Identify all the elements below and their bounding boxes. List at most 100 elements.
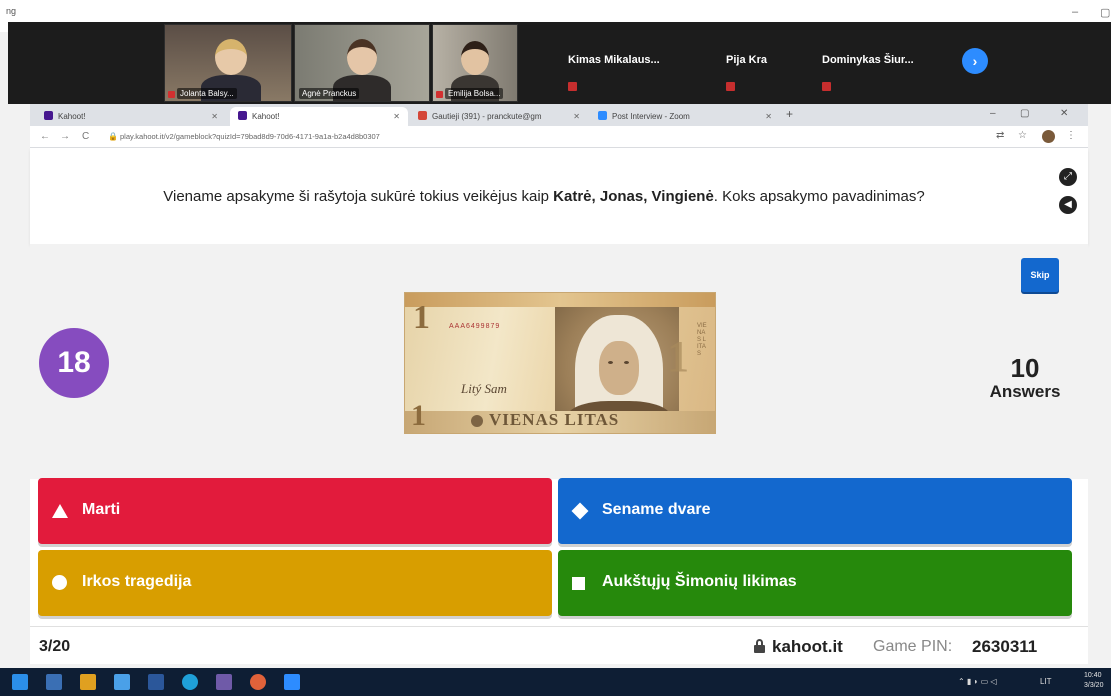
tab-title: Kahoot! <box>58 112 86 121</box>
tab-strip: Kahoot! ✕ Kahoot! ✕ Gautieji (391) - pranc… <box>30 104 1088 126</box>
banknote-signature: Litý Sam <box>461 381 507 396</box>
screen: ng – ▢ Jolanta Balsy... Agnė Pranckus Em… <box>0 0 1111 696</box>
windows-taskbar: ⌃ ▮ ◗ ▭ ◁ LIT 10:40 3/3/20 <box>0 668 1111 696</box>
zoom-minimize-button[interactable]: – <box>1072 6 1078 18</box>
square-icon <box>572 577 585 590</box>
new-tab-button[interactable]: + <box>786 107 793 121</box>
answer-label: Marti <box>82 501 121 518</box>
kahoot-favicon-icon <box>238 111 247 120</box>
question-header: Viename apsakyme ši rašytoja sukūrė toki… <box>30 148 1088 244</box>
browser-tab-active[interactable]: Kahoot! ✕ <box>230 107 408 126</box>
fullscreen-icon[interactable]: ⤢ <box>1059 168 1077 186</box>
participant-name-tile[interactable]: Kimas Mikalaus... <box>568 54 660 66</box>
answers-count-number: 10 <box>1010 353 1040 383</box>
close-tab-icon[interactable]: ✕ <box>393 107 400 126</box>
menu-icon[interactable]: ⋮ <box>1066 130 1076 141</box>
kahoot-favicon-icon <box>44 111 53 120</box>
denomination-numeral: 1 <box>667 332 689 381</box>
tab-title: Kahoot! <box>252 112 280 121</box>
banknote-serial: AAA6499879 <box>449 323 501 330</box>
denomination-numeral: 1 <box>413 299 430 336</box>
zoom-participant-strip: Jolanta Balsy... Agnė Pranckus Emilija B… <box>8 22 1111 104</box>
participant-name-tile[interactable]: Dominykas Šiur... <box>822 54 914 66</box>
browser-tab[interactable]: Post Interview - Zoom ✕ <box>590 107 780 126</box>
banknote-banner-text: VIENAS LITAS <box>489 410 620 429</box>
back-icon[interactable]: ← <box>40 131 50 142</box>
browser-window: Kahoot! ✕ Kahoot! ✕ Gautieji (391) - pranc… <box>30 104 1088 664</box>
system-tray-icons[interactable]: ⌃ ▮ ◗ ▭ ◁ <box>958 677 997 686</box>
zoom-icon[interactable] <box>284 674 300 690</box>
close-tab-icon[interactable]: ✕ <box>573 107 580 126</box>
answer-button-red[interactable]: Marti <box>38 478 552 544</box>
answer-button-green[interactable]: Aukštųjų Šimonių likimas <box>558 550 1072 616</box>
app-icon[interactable] <box>216 674 232 690</box>
portrait-face <box>599 341 639 395</box>
sound-icon[interactable]: ◀ <box>1059 196 1077 214</box>
browser-tab[interactable]: Kahoot! ✕ <box>36 107 226 126</box>
question-main: Skip 18 1 AAA6499879 1 VIENAS LITAS Litý… <box>30 244 1088 479</box>
denomination-numeral: 1 <box>411 399 426 432</box>
mic-muted-icon <box>436 91 443 98</box>
zoom-maximize-button[interactable]: ▢ <box>1100 6 1110 19</box>
profile-avatar[interactable] <box>1042 130 1055 143</box>
game-pin: 2630311 <box>972 637 1038 656</box>
browser-tab[interactable]: Gautieji (391) - pranckute@gm ✕ <box>410 107 588 126</box>
search-icon[interactable] <box>46 674 62 690</box>
clock[interactable]: 10:40 3/3/20 <box>1084 671 1103 691</box>
app-icon[interactable] <box>114 674 130 690</box>
participant-name: Agnė Pranckus <box>299 88 360 99</box>
word-icon[interactable] <box>148 674 164 690</box>
countdown-timer: 18 <box>39 328 109 398</box>
file-explorer-icon[interactable] <box>80 674 96 690</box>
tab-title: Gautieji (391) - pranckute@gm <box>432 112 542 121</box>
chrome-icon[interactable] <box>250 674 266 690</box>
zoom-app-label: ng <box>6 6 17 16</box>
answers-counter: 10 Answers <box>980 354 1070 402</box>
answer-button-yellow[interactable]: Irkos tragedija <box>38 550 552 616</box>
zoom-favicon-icon <box>598 111 607 120</box>
participant-video-tile[interactable]: Jolanta Balsy... <box>164 24 292 102</box>
answer-button-blue[interactable]: Sename dvare <box>558 478 1072 544</box>
banknote-side-text: VIENAS LITAS <box>697 323 707 357</box>
game-footer: 3/20 kahoot.it Game PIN: 2630311 <box>30 626 1088 664</box>
question-image-banknote: 1 AAA6499879 1 VIENAS LITAS Litý Sam 1 V… <box>404 292 716 434</box>
lock-icon: 🔒 <box>108 132 118 141</box>
browser-minimize-button[interactable]: – <box>990 108 996 119</box>
next-participants-button[interactable]: › <box>962 48 988 74</box>
site-name: kahoot.it <box>772 637 843 656</box>
participant-name-tile[interactable]: Pija Kra <box>726 54 767 66</box>
answer-label: Aukštųjų Šimonių likimas <box>602 573 797 590</box>
question-progress: 3/20 <box>39 638 71 655</box>
participant-name: Jolanta Balsy... <box>177 88 237 99</box>
question-characters: Katrė, Jonas, Vingienė <box>553 188 714 205</box>
url-field[interactable]: play.kahoot.it/v2/gameblock?quizId=79bad… <box>120 132 380 141</box>
answer-label: Irkos tragedija <box>82 573 192 590</box>
gmail-favicon-icon <box>418 111 427 120</box>
participant-video-tile[interactable]: Agnė Pranckus <box>294 24 430 102</box>
mic-muted-icon <box>168 91 175 98</box>
question-text: Viename apsakyme ši rašytoja sukūrė toki… <box>163 188 925 205</box>
answers-count-label: Answers <box>989 382 1061 401</box>
edge-icon[interactable] <box>182 674 198 690</box>
mic-muted-icon <box>568 82 577 91</box>
browser-close-button[interactable]: ✕ <box>1060 108 1068 119</box>
skip-button[interactable]: Skip <box>1021 258 1059 292</box>
browser-maximize-button[interactable]: ▢ <box>1020 108 1029 119</box>
close-tab-icon[interactable]: ✕ <box>211 107 218 126</box>
mic-muted-icon <box>726 82 735 91</box>
diamond-icon <box>571 502 589 520</box>
tab-title: Post Interview - Zoom <box>612 112 690 121</box>
participant-video-tile[interactable]: Emilija Bolsa... <box>432 24 518 102</box>
lock-icon <box>754 639 765 653</box>
close-tab-icon[interactable]: ✕ <box>765 107 772 126</box>
bookmark-star-icon[interactable]: ☆ <box>1018 130 1027 141</box>
reload-icon[interactable]: C <box>82 131 89 142</box>
circle-icon <box>52 575 67 590</box>
participant-name: Emilija Bolsa... <box>445 88 504 99</box>
address-bar: ← → C 🔒 play.kahoot.it/v2/gameblock?quiz… <box>30 126 1088 148</box>
forward-icon[interactable]: → <box>60 131 70 142</box>
seal-icon <box>471 415 483 427</box>
translate-icon[interactable]: ⇄ <box>996 130 1004 141</box>
language-indicator[interactable]: LIT <box>1040 677 1052 686</box>
start-icon[interactable] <box>12 674 28 690</box>
